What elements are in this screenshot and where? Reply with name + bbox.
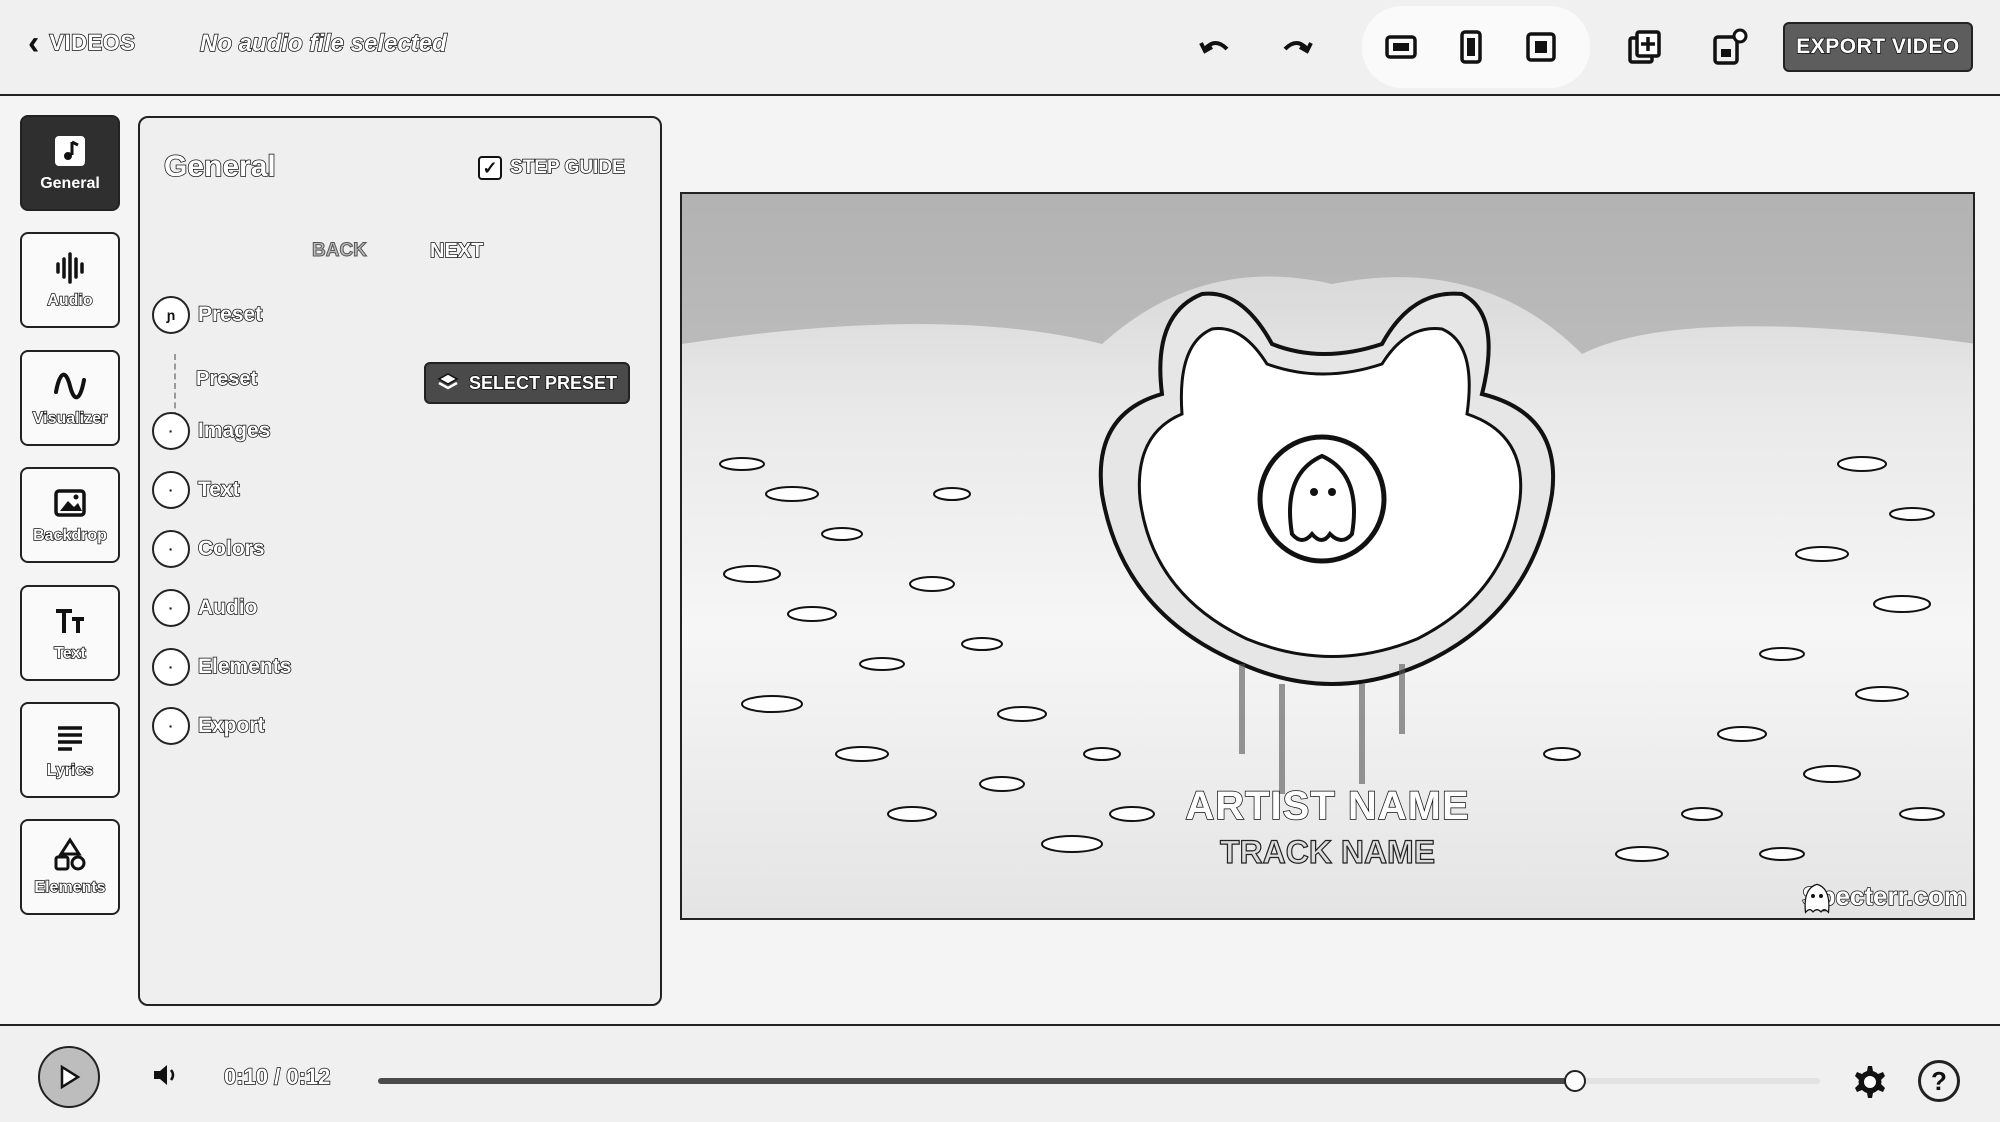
play-button[interactable]: [38, 1046, 100, 1108]
rail-item-text[interactable]: Text: [20, 585, 120, 681]
playback-bar: 0:10 / 0:12 ?: [0, 1024, 2000, 1122]
timeline-knob[interactable]: [1563, 1070, 1586, 1092]
image-icon: [54, 489, 86, 517]
square-ratio-icon[interactable]: [1518, 24, 1564, 70]
step-indicator: ·: [152, 648, 190, 686]
redo-icon[interactable]: [1274, 24, 1320, 70]
waveform-icon: [56, 252, 84, 284]
specterr-watermark: Specterr.com: [1802, 880, 1968, 914]
timeline-progress: [378, 1078, 1575, 1084]
step-label: Export: [197, 713, 265, 738]
chevron-left-icon: ‹: [28, 24, 40, 62]
step-label: Preset: [197, 302, 263, 327]
landscape-ratio-icon[interactable]: [1378, 24, 1424, 70]
select-preset-button[interactable]: SELECT PRESET: [424, 362, 630, 404]
step-indicator: ·: [152, 589, 190, 627]
help-icon[interactable]: ?: [1918, 1060, 1960, 1102]
rail-label: Lyrics: [46, 761, 94, 780]
artist-name-text: ARTIST NAME: [1185, 783, 1470, 829]
panel-title: General: [163, 149, 276, 184]
undo-icon[interactable]: [1192, 24, 1238, 70]
step-indicator: ·: [152, 471, 190, 509]
step-label: Colors: [197, 536, 265, 561]
video-preview[interactable]: ARTIST NAME TRACK NAME Specterr.com: [680, 192, 1975, 920]
lines-icon: [58, 726, 82, 751]
audio-file-status: No audio file selected: [199, 29, 447, 58]
portrait-ratio-icon[interactable]: [1448, 24, 1494, 70]
step-indicator: ·: [152, 412, 190, 450]
rail-label: Backdrop: [32, 526, 107, 545]
rail-item-general[interactable]: General: [20, 115, 120, 211]
shapes-icon: [54, 837, 86, 871]
back-to-videos-button[interactable]: ‹ VIDEOS: [28, 24, 136, 62]
step-indicator: ·: [152, 530, 190, 568]
music-note-icon: [55, 136, 85, 166]
playback-time: 0:10 / 0:12: [223, 1063, 331, 1090]
volume-icon[interactable]: [150, 1060, 180, 1090]
play-icon: [60, 1064, 81, 1090]
select-preset-label: SELECT PRESET: [468, 372, 618, 394]
rail-label: Audio: [47, 291, 94, 310]
rail-item-elements[interactable]: Elements: [20, 819, 120, 915]
timeline-scrubber[interactable]: [378, 1070, 1820, 1092]
step-label: Images: [197, 418, 271, 443]
back-label: VIDEOS: [49, 29, 136, 56]
add-layer-icon[interactable]: [1622, 24, 1668, 70]
step-text[interactable]: · Text: [152, 471, 240, 509]
track-name-text: TRACK NAME: [1219, 833, 1436, 870]
rail-label: Visualizer: [32, 409, 108, 428]
ghost-logo-icon: [1804, 883, 1830, 914]
back-button[interactable]: BACK: [312, 240, 368, 262]
top-toolbar: ‹ VIDEOS No audio file selected EXPORT V…: [0, 0, 2000, 96]
step-label: Audio: [197, 595, 258, 620]
rail-label: Elements: [34, 878, 107, 897]
wave-icon: [54, 372, 86, 400]
export-video-button[interactable]: EXPORT VIDEO: [1783, 22, 1973, 72]
settings-gear-icon[interactable]: [1848, 1062, 1888, 1102]
rail-item-backdrop[interactable]: Backdrop: [20, 467, 120, 563]
step-guide-toggle[interactable]: ✓ STEP GUIDE: [478, 156, 625, 180]
step-audio[interactable]: · Audio: [152, 589, 258, 627]
layers-icon: [437, 373, 459, 390]
step-indicator: ·: [152, 707, 190, 745]
step-images[interactable]: · Images: [152, 412, 271, 450]
notifications-icon[interactable]: [1706, 24, 1752, 70]
text-size-icon: [56, 609, 84, 633]
step-colors[interactable]: · Colors: [152, 530, 265, 568]
rail-label: Text: [53, 644, 86, 663]
sub-preset-label: Preset: [195, 367, 258, 391]
next-button[interactable]: NEXT: [429, 239, 484, 263]
rail-item-visualizer[interactable]: Visualizer: [20, 350, 120, 446]
checkbox-checked-icon[interactable]: ✓: [478, 156, 502, 180]
step-guide-label: STEP GUIDE: [509, 156, 625, 179]
step-connector: [174, 354, 176, 418]
rail-label: General: [40, 175, 100, 192]
step-indicator: ɲ: [152, 296, 190, 334]
rail-item-audio[interactable]: Audio: [20, 232, 120, 328]
step-label: Text: [197, 477, 240, 502]
general-panel: General ✓ STEP GUIDE BACK NEXT ɲ Preset …: [138, 116, 662, 1006]
rail-item-lyrics[interactable]: Lyrics: [20, 702, 120, 798]
step-export[interactable]: · Export: [152, 707, 265, 745]
step-label: Elements: [197, 654, 292, 679]
step-elements[interactable]: · Elements: [152, 648, 292, 686]
step-preset[interactable]: ɲ Preset: [152, 296, 263, 334]
